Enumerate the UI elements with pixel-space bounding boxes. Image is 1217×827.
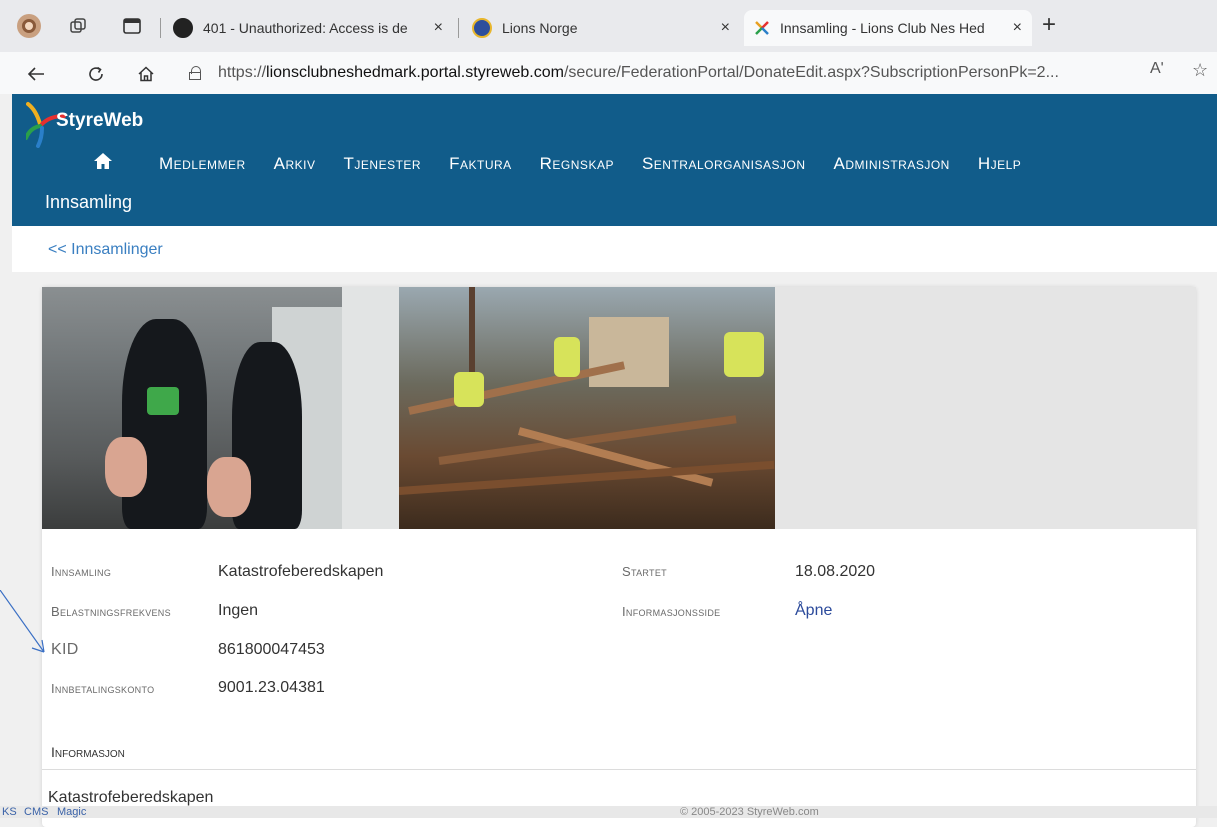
belastningsfrekvens-value: Ingen: [218, 602, 259, 619]
lions-favicon-icon: [472, 18, 492, 38]
menu-sentralorganisasjon[interactable]: Sentralorganisasjon: [642, 154, 806, 174]
close-icon[interactable]: ×: [1013, 19, 1022, 37]
url-path: /secure/FederationPortal/DonateEdit.aspx…: [563, 64, 1059, 81]
url-field[interactable]: https://lionsclubneshedmark.portal.styre…: [188, 57, 1188, 89]
new-tab-button[interactable]: +: [1042, 13, 1056, 37]
styreweb-favicon-icon: [754, 20, 770, 36]
back-button[interactable]: [22, 60, 50, 88]
innbetalingskonto-value: 9001.23.04381: [218, 679, 325, 696]
menu-faktura[interactable]: Faktura: [449, 154, 512, 174]
reload-button[interactable]: [82, 60, 110, 88]
profile-avatar[interactable]: [17, 14, 41, 38]
menu-innsamling[interactable]: Innsamling: [45, 192, 132, 213]
main-menu: Medlemmer Arkiv Tjenester Faktura Regnsk…: [159, 154, 1049, 174]
informasjonsside-label: Informasjonsside: [622, 604, 721, 619]
tab-title: Innsamling - Lions Club Nes Hed: [780, 20, 985, 36]
page-footer: KS CMS Magic © 2005-2023 StyreWeb.com: [0, 806, 1217, 818]
home-icon[interactable]: [93, 151, 113, 171]
close-icon[interactable]: ×: [721, 19, 730, 37]
tab-innsamling[interactable]: Innsamling - Lions Club Nes Hed ×: [744, 10, 1032, 46]
innsamling-label: Innsamling: [51, 564, 112, 579]
menu-tjenester[interactable]: Tjenester: [344, 154, 422, 174]
innsamling-value: Katastrofeberedskapen: [218, 563, 384, 580]
home-button[interactable]: [132, 60, 160, 88]
read-aloud-icon[interactable]: Aʹ: [1150, 60, 1164, 78]
startet-label: Startet: [622, 564, 667, 579]
fundraising-card: Innsamling Katastrofeberedskapen Belastn…: [42, 287, 1196, 827]
copyright-text: © 2005-2023 StyreWeb.com: [680, 806, 819, 818]
campaign-image: [42, 287, 1196, 529]
url-scheme: https://: [218, 64, 267, 81]
tab-actions-icon[interactable]: [120, 14, 144, 38]
favorite-star-icon[interactable]: ☆: [1192, 60, 1208, 81]
footer-link-cms[interactable]: CMS: [24, 806, 48, 818]
tab-unauthorized[interactable]: 401 - Unauthorized: Access is de ×: [163, 10, 453, 46]
workspaces-icon[interactable]: [66, 14, 90, 38]
menu-arkiv[interactable]: Arkiv: [274, 154, 316, 174]
footer-link-ks[interactable]: KS: [2, 806, 17, 818]
menu-administrasjon[interactable]: Administrasjon: [834, 154, 950, 174]
menu-hjelp[interactable]: Hjelp: [978, 154, 1021, 174]
informasjon-heading: Informasjon: [51, 744, 125, 760]
tab-title: 401 - Unauthorized: Access is de: [203, 20, 408, 36]
lock-icon: [188, 66, 202, 80]
site-header: StyreWeb Medlemmer Arkiv Tjenester Faktu…: [12, 94, 1217, 226]
belastningsfrekvens-label: Belastningsfrekvens: [51, 604, 171, 619]
close-icon[interactable]: ×: [434, 19, 443, 37]
footer-link-magic[interactable]: Magic: [57, 806, 86, 818]
menu-medlemmer[interactable]: Medlemmer: [159, 154, 246, 174]
annotation-arrow-icon: [0, 590, 45, 653]
photo-disaster-cleanup: [399, 287, 775, 529]
tab-title: Lions Norge: [502, 20, 578, 36]
tab-lions-norge[interactable]: Lions Norge ×: [462, 10, 740, 46]
browser-tab-bar: 401 - Unauthorized: Access is de × Lions…: [0, 0, 1217, 52]
informasjonsside-link[interactable]: Åpne: [795, 602, 832, 620]
address-toolbar: https://lionsclubneshedmark.portal.styre…: [0, 52, 1217, 94]
innbetalingskonto-label: Innbetalingskonto: [51, 681, 155, 696]
url-host: lionsclubneshedmark.portal.styreweb.com: [266, 64, 564, 81]
photo-refugee-aid: [42, 287, 399, 529]
informasjon-text: Katastrofeberedskapen: [48, 789, 214, 806]
startet-value: 18.08.2020: [795, 563, 876, 580]
section-divider: [42, 769, 1196, 770]
kid-value: 861800047453: [218, 641, 325, 658]
brand-name[interactable]: StyreWeb: [56, 110, 143, 132]
breadcrumb-back-link[interactable]: << Innsamlinger: [48, 241, 163, 259]
menu-regnskap[interactable]: Regnskap: [540, 154, 614, 174]
error-favicon-icon: [173, 18, 193, 38]
breadcrumb-bar: << Innsamlinger: [12, 226, 1217, 272]
